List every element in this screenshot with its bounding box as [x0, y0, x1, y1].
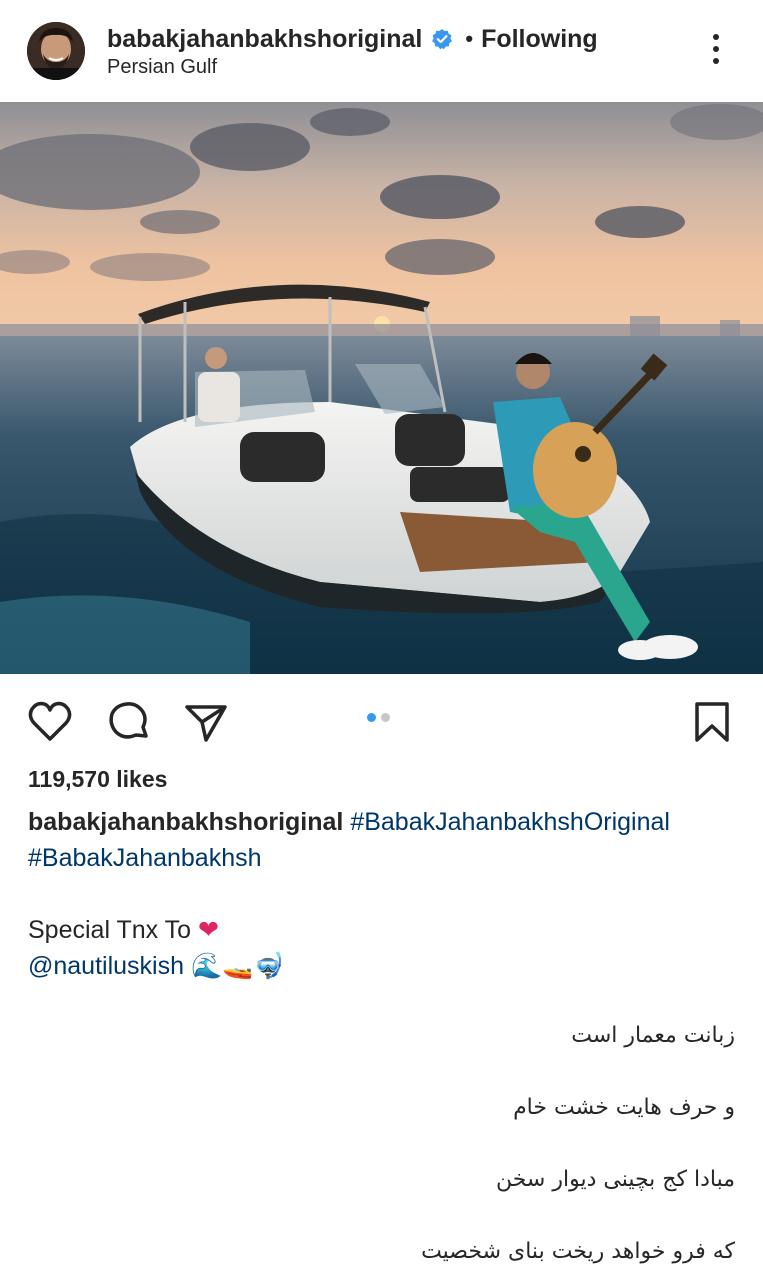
mention-link[interactable]: @nautiluskish [28, 952, 184, 980]
hashtag-link[interactable]: #BabakJahanbakhsh [28, 844, 262, 872]
heart-icon[interactable] [26, 698, 74, 746]
post-location[interactable]: Persian Gulf [107, 56, 217, 79]
poem-line: مبادا کج بچینی دیوار سخن [495, 1167, 735, 1192]
caption-username[interactable]: babakjahanbakhshoriginal [28, 808, 343, 836]
caption-poem: زبانت معمار است و حرف هایت خشت خام مبادا… [35, 1018, 735, 1280]
poem-line: و حرف هایت خشت خام [513, 1095, 735, 1120]
post-caption: babakjahanbakhshoriginal #BabakJahanbakh… [28, 804, 738, 984]
poem-line: زبانت معمار است [571, 1023, 735, 1048]
post-username[interactable]: babakjahanbakhshoriginal [107, 25, 422, 54]
profile-avatar[interactable] [27, 22, 85, 80]
verified-badge-icon [431, 28, 453, 50]
hashtag-link[interactable]: #BabakJahanbakhshOriginal [350, 808, 670, 836]
thanks-text: Special Tnx To [28, 916, 192, 944]
poem-line: که فرو خواهد ریخت بنای شخصیت [421, 1239, 735, 1264]
more-vertical-icon[interactable] [704, 34, 728, 68]
likes-count[interactable]: 119,570 likes [28, 766, 167, 793]
caption-emojis: 🌊🚤🤿 [190, 951, 285, 980]
post-header: babakjahanbakhshoriginal • Following Per… [0, 0, 763, 102]
send-icon[interactable] [182, 698, 230, 746]
carousel-dot [381, 713, 390, 722]
separator-dot: • [465, 26, 474, 51]
carousel-dot-active [367, 713, 376, 722]
post-image[interactable] [0, 102, 763, 674]
bookmark-icon[interactable] [688, 698, 736, 746]
comment-icon[interactable] [104, 698, 152, 746]
heart-emoji: ❤ [198, 915, 219, 944]
following-button[interactable]: Following [481, 25, 598, 54]
post-actions [0, 690, 763, 746]
carousel-indicator [367, 713, 390, 722]
